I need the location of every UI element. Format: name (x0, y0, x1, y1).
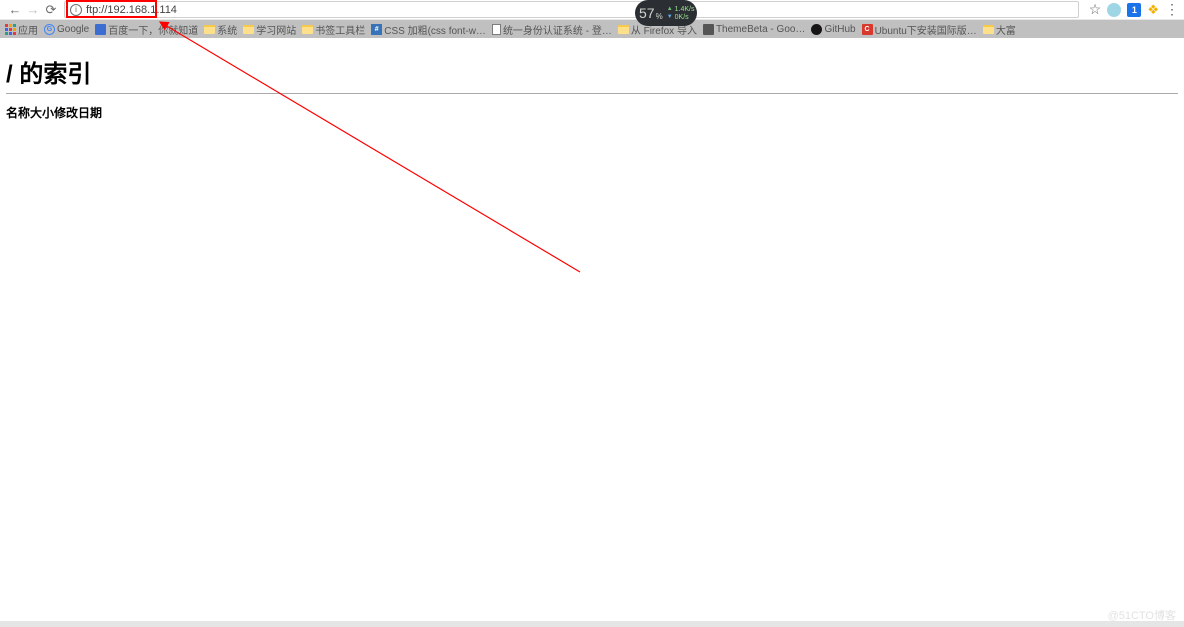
address-bar: ← → ⟳ i ftp://192.168.1.114 ☆ 1 ❖ ⋮ (0, 0, 1184, 20)
apps-label: 应用 (18, 22, 38, 37)
bookmark-item[interactable]: #CSS 加粗(css font-w… (371, 22, 486, 37)
folder-icon (243, 25, 254, 34)
col-size[interactable]: 大小 (30, 104, 54, 121)
watermark: @51CTO博客 (1108, 607, 1176, 623)
extension-icon-1[interactable] (1107, 3, 1121, 17)
baidu-icon (95, 24, 106, 35)
page-icon (492, 24, 501, 35)
folder-icon (983, 25, 994, 34)
toolbar-right: ☆ 1 ❖ ⋮ (1083, 1, 1178, 18)
bookmark-item[interactable]: 大富 (983, 22, 1016, 37)
bookmark-item[interactable]: 书签工具栏 (302, 22, 365, 37)
google-icon: G (44, 24, 55, 35)
system-hud: 57% ▲1.4K/s ▼0K/s (635, 0, 697, 26)
divider (6, 93, 1178, 94)
bookmarks-bar: 应用 GGoogle 百度一下，你就知道 系统 学习网站 书签工具栏 #CSS … (0, 20, 1184, 38)
bookmark-item[interactable]: 系统 (204, 22, 237, 37)
css-icon: # (371, 24, 382, 35)
bookmark-item[interactable]: 学习网站 (243, 22, 296, 37)
bookmark-item[interactable]: ThemeBeta - Goo… (703, 24, 805, 35)
bookmark-item[interactable]: 统一身份认证系统 - 登… (492, 22, 612, 37)
bookmark-item[interactable]: GGoogle (44, 24, 89, 35)
bookmark-star-icon[interactable]: ☆ (1089, 1, 1102, 18)
github-icon (811, 24, 822, 35)
extension-icon-2[interactable]: 1 (1127, 3, 1141, 17)
bookmark-item[interactable]: GitHub (811, 24, 855, 35)
bookmark-item[interactable]: CUbuntu下安装国际版… (862, 22, 977, 37)
col-name[interactable]: 名称 (6, 104, 30, 121)
extension-icon-3[interactable]: ❖ (1147, 2, 1159, 18)
apps-shortcut[interactable]: 应用 (5, 22, 38, 37)
folder-icon (204, 25, 215, 34)
apps-grid-icon (5, 24, 16, 35)
hud-value: 57% (639, 5, 663, 21)
page-content: / 的索引 名称 大小 修改日期 (0, 38, 1184, 129)
bookmark-item[interactable]: 百度一下，你就知道 (95, 22, 198, 37)
reload-button[interactable]: ⟳ (42, 2, 60, 18)
theme-icon (703, 24, 714, 35)
info-icon[interactable]: i (70, 4, 82, 16)
back-button[interactable]: ← (6, 2, 24, 17)
bottom-strip (0, 621, 1184, 627)
arrow-down-icon: ▼ (667, 14, 673, 20)
url-input[interactable]: i ftp://192.168.1.114 (64, 1, 1079, 18)
folder-icon (302, 25, 313, 34)
hud-netstats: ▲1.4K/s ▼0K/s (667, 6, 695, 21)
browser-menu-icon[interactable]: ⋮ (1165, 1, 1178, 18)
page-title: / 的索引 (6, 46, 1178, 93)
listing-headers: 名称 大小 修改日期 (6, 104, 1178, 121)
col-date[interactable]: 修改日期 (54, 104, 102, 121)
forward-button[interactable]: → (24, 2, 42, 17)
folder-icon (618, 25, 629, 34)
arrow-up-icon: ▲ (667, 6, 673, 12)
ubuntu-icon: C (862, 24, 873, 35)
url-text: ftp://192.168.1.114 (86, 4, 177, 16)
